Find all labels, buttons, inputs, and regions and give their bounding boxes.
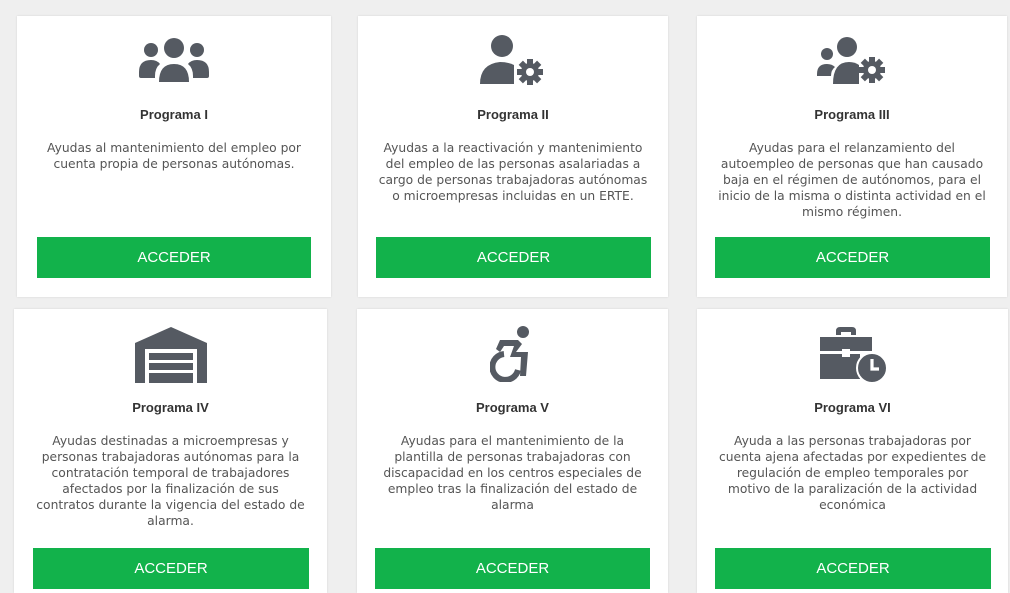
program-card-4: Programa IV Ayudas destinadas a microemp… [14,309,327,593]
program-title: Programa II [477,107,549,122]
program-description: Ayudas para el mantenimiento de la plant… [383,434,642,512]
acceder-button[interactable]: ACCEDER [715,237,990,278]
program-title: Programa VI [814,400,891,415]
users-group-icon [17,36,331,84]
acceder-button[interactable]: ACCEDER [715,548,991,589]
program-title: Programa V [476,400,549,415]
program-card-3: Programa III Ayudas para el relanzamient… [697,16,1007,297]
program-description: Ayudas al mantenimiento del empleo por c… [47,141,301,171]
warehouse-icon [14,327,327,383]
users-gear-icon [697,34,1007,86]
acceder-button[interactable]: ACCEDER [376,237,651,278]
program-title: Programa IV [132,400,209,415]
program-card-6: Programa VI Ayuda a las personas trabaja… [697,309,1008,593]
program-title: Programa III [814,107,890,122]
program-description: Ayudas destinadas a microempresas y pers… [36,434,305,528]
program-description: Ayudas para el relanzamiento del autoemp… [718,141,986,219]
program-description: Ayuda a las personas trabajadoras por cu… [718,434,987,512]
user-gear-icon [358,34,668,86]
program-description: Ayudas a la reactivación y mantenimiento… [378,141,648,203]
acceder-button[interactable]: ACCEDER [375,548,650,589]
program-card-1: Programa I Ayudas al mantenimiento del e… [17,16,331,297]
program-title: Programa I [140,107,208,122]
acceder-button[interactable]: ACCEDER [37,237,311,278]
program-card-5: Programa V Ayudas para el mantenimiento … [357,309,668,593]
program-card-2: Programa II Ayudas a la reactivación y m… [358,16,668,297]
acceder-button[interactable]: ACCEDER [33,548,309,589]
accessible-icon [357,326,668,382]
business-time-icon [697,325,1008,385]
